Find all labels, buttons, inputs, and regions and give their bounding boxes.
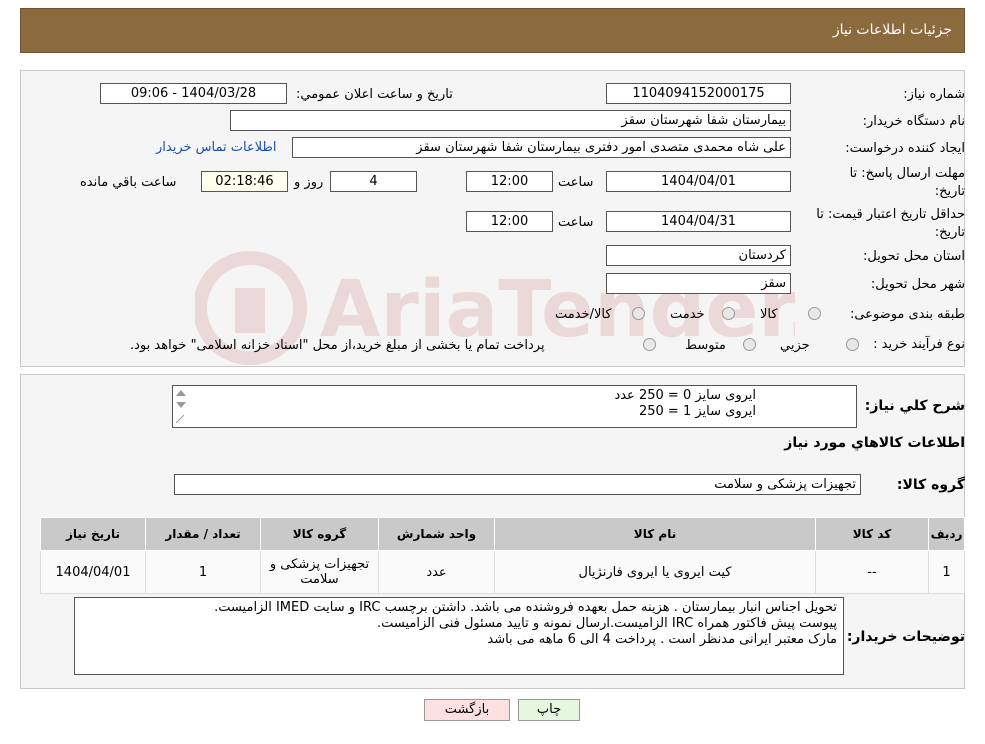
summary-line-2: ایروی سایز 1 = 250 xyxy=(638,404,756,419)
col-unit: واحد شمارش xyxy=(378,517,495,551)
col-code: کد کالا xyxy=(815,517,929,551)
announce-date-label: تاریخ و ساعت اعلان عمومي: xyxy=(296,87,453,102)
cell-need-date: 1404/04/01 xyxy=(40,550,146,594)
buyer-notes-line-1: تحویل اجناس انبار بیمارستان . هزینه حمل … xyxy=(214,600,837,615)
resize-grip-icon[interactable] xyxy=(175,414,185,424)
cell-unit: عدد xyxy=(378,550,495,594)
table-row: 1 -- کیت ایروی یا ایروی فارنژیال عدد تجه… xyxy=(40,550,965,594)
buyer-field[interactable]: بيمارستان شفا شهرستان سقز xyxy=(230,110,791,131)
goods-info-title: اطلاعات کالاهاي مورد نياز xyxy=(784,435,965,451)
buyer-label: نام دستگاه خريدار: xyxy=(862,114,965,129)
summary-label: شرح کلي نياز: xyxy=(864,398,965,414)
goods-table: رديف کد کالا نام کالا واحد شمارش گروه کا… xyxy=(40,517,965,594)
page-title: جزئیات اطلاعات نیاز xyxy=(832,22,952,38)
city-label: شهر محل تحويل: xyxy=(870,277,965,292)
goods-group-field[interactable]: تجهيزات پزشکی و سلامت xyxy=(174,474,861,495)
buyer-notes-label: توضيحات خريدار: xyxy=(846,629,965,645)
price-validity-time-label: ساعت xyxy=(558,215,594,230)
category-label: طبقه بندی موضوعی: xyxy=(849,307,965,322)
summary-textarea[interactable]: ایروی سایز 0 = 250 عدد ایروی سایز 1 = 25… xyxy=(172,385,857,428)
time-remaining-label: ساعت باقي مانده xyxy=(80,175,177,190)
scroll-up-icon[interactable] xyxy=(176,390,186,396)
col-name: نام کالا xyxy=(494,517,816,551)
deadline-label: مهلت ارسال پاسخ: تا xyxy=(849,166,965,181)
buyer-notes-textarea[interactable]: تحویل اجناس انبار بیمارستان . هزینه حمل … xyxy=(74,597,844,675)
category-radio-goods[interactable] xyxy=(808,307,821,320)
province-label: استان محل تحويل: xyxy=(863,249,965,264)
price-validity-label: حداقل تاريخ اعتبار قيمت: تا xyxy=(816,207,965,222)
deadline-time-field[interactable]: 12:00 xyxy=(466,171,553,192)
process-option-minor: جزيي xyxy=(780,338,810,353)
cell-row: 1 xyxy=(928,550,965,594)
category-option-service: خدمت xyxy=(670,307,705,322)
process-type-label: نوع فرآيند خريد : xyxy=(873,337,965,352)
back-button[interactable]: بازگشت xyxy=(424,699,510,721)
cell-name: کیت ایروی یا ایروی فارنژیال xyxy=(494,550,816,594)
creator-field[interactable]: علی شاه محمدی متصدی امور دفتری بیمارستان… xyxy=(292,137,791,158)
category-radio-service[interactable] xyxy=(722,307,735,320)
col-group: گروه کالا xyxy=(260,517,379,551)
treasury-note: پرداخت تمام يا بخشی از مبلغ خريد،از محل … xyxy=(130,338,545,353)
deadline-label-date: تاريخ: xyxy=(934,184,965,199)
need-number-label: شماره نیاز: xyxy=(903,87,965,102)
cell-quantity: 1 xyxy=(145,550,261,594)
price-validity-label-date: تاريخ: xyxy=(934,225,965,240)
process-option-medium: متوسط xyxy=(685,338,726,353)
print-button[interactable]: چاپ xyxy=(518,699,580,721)
category-option-goods-service: کالا/خدمت xyxy=(555,307,612,322)
buyer-notes-line-2: پیوست پیش فاکتور همراه IRC الزامیست.ارسا… xyxy=(377,616,837,631)
summary-line-1: ایروی سایز 0 = 250 عدد xyxy=(614,388,756,403)
province-field[interactable]: کردستان xyxy=(606,245,791,266)
cell-group: تجهيزات پزشکی و سلامت xyxy=(260,550,379,594)
col-need-date: تاريخ نياز xyxy=(40,517,146,551)
buyer-notes-line-3: مارک معتبر ایرانی مدنظر است . پرداخت 4 ا… xyxy=(487,632,837,647)
treasury-checkbox[interactable] xyxy=(643,338,656,351)
summary-scroll-arrows[interactable] xyxy=(172,386,190,426)
scroll-down-icon[interactable] xyxy=(176,402,186,408)
process-radio-minor[interactable] xyxy=(846,338,859,351)
days-remaining-field[interactable]: 4 xyxy=(330,171,417,192)
cell-code: -- xyxy=(815,550,929,594)
price-validity-time-field[interactable]: 12:00 xyxy=(466,211,553,232)
deadline-time-label: ساعت xyxy=(558,175,594,190)
time-remaining-field: 02:18:46 xyxy=(201,171,288,192)
col-quantity: تعداد / مقدار xyxy=(145,517,261,551)
deadline-date-field[interactable]: 1404/04/01 xyxy=(606,171,791,192)
announce-date-field[interactable]: 1404/03/28 - 09:06 xyxy=(100,83,287,104)
buyer-contact-link[interactable]: اطلاعات تماس خريدار xyxy=(156,140,276,155)
page-header: جزئیات اطلاعات نیاز xyxy=(20,8,965,53)
creator-label: ايجاد کننده درخواست: xyxy=(845,141,965,156)
category-radio-goods-service[interactable] xyxy=(632,307,645,320)
days-label: روز و xyxy=(294,175,324,190)
goods-table-header: رديف کد کالا نام کالا واحد شمارش گروه کا… xyxy=(40,517,965,551)
process-radio-medium[interactable] xyxy=(743,338,756,351)
category-option-goods: کالا xyxy=(760,307,778,322)
price-validity-date-field[interactable]: 1404/04/31 xyxy=(606,211,791,232)
need-number-field[interactable]: 1104094152000175 xyxy=(606,83,791,104)
goods-group-label: گروه کالا: xyxy=(896,477,965,493)
city-field[interactable]: سقز xyxy=(606,273,791,294)
col-row: رديف xyxy=(928,517,965,551)
